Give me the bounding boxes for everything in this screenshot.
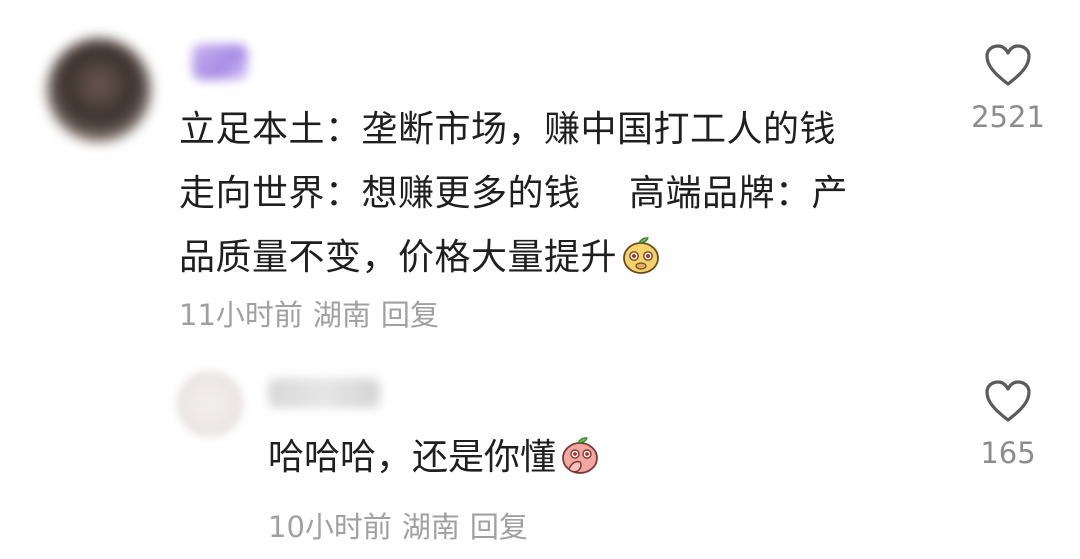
- avatar[interactable]: [47, 38, 151, 142]
- comment-thread: 立足本土：垄断市场，赚中国打工人的钱 走向世界：想赚更多的钱 高端品牌：产 品质…: [0, 0, 1080, 559]
- like-count: 165: [980, 436, 1036, 470]
- reply-button[interactable]: 回复: [381, 298, 439, 332]
- peach-face-emoji: [621, 235, 661, 275]
- reply-body: 哈哈哈，还是你懂: [268, 428, 600, 480]
- comment-location: 湖南: [401, 510, 460, 544]
- comment-meta: 11小时前 湖南 回复: [179, 292, 449, 334]
- like-group: 165: [963, 378, 1053, 470]
- comment-line-text: 品质量不变，价格大量提升: [179, 237, 618, 278]
- like-count: 2521: [971, 100, 1045, 134]
- like-group: 2521: [963, 42, 1053, 134]
- comment-time: 10小时前: [268, 510, 392, 544]
- comment-body: 立足本土：垄断市场，赚中国打工人的钱 走向世界：想赚更多的钱 高端品牌：产 品质…: [179, 98, 939, 290]
- comment-line: 品质量不变，价格大量提升: [179, 226, 939, 290]
- comment-time: 11小时前: [179, 298, 303, 332]
- reply-button[interactable]: 回复: [470, 510, 528, 544]
- comment-location: 湖南: [312, 298, 371, 332]
- reply-text: 哈哈哈，还是你懂: [268, 437, 557, 478]
- comment-line: 立足本土：垄断市场，赚中国打工人的钱: [179, 109, 837, 150]
- heart-outline-icon[interactable]: [983, 42, 1033, 88]
- avatar[interactable]: [176, 370, 244, 438]
- comment-line: 走向世界：想赚更多的钱 高端品牌：产: [179, 173, 848, 214]
- username-blurred[interactable]: [268, 378, 380, 408]
- heart-outline-icon[interactable]: [983, 378, 1033, 424]
- covering-mouth-emoji: [560, 435, 600, 475]
- username-blurred[interactable]: [192, 44, 248, 80]
- reply-meta: 10小时前 湖南 回复: [268, 504, 538, 546]
